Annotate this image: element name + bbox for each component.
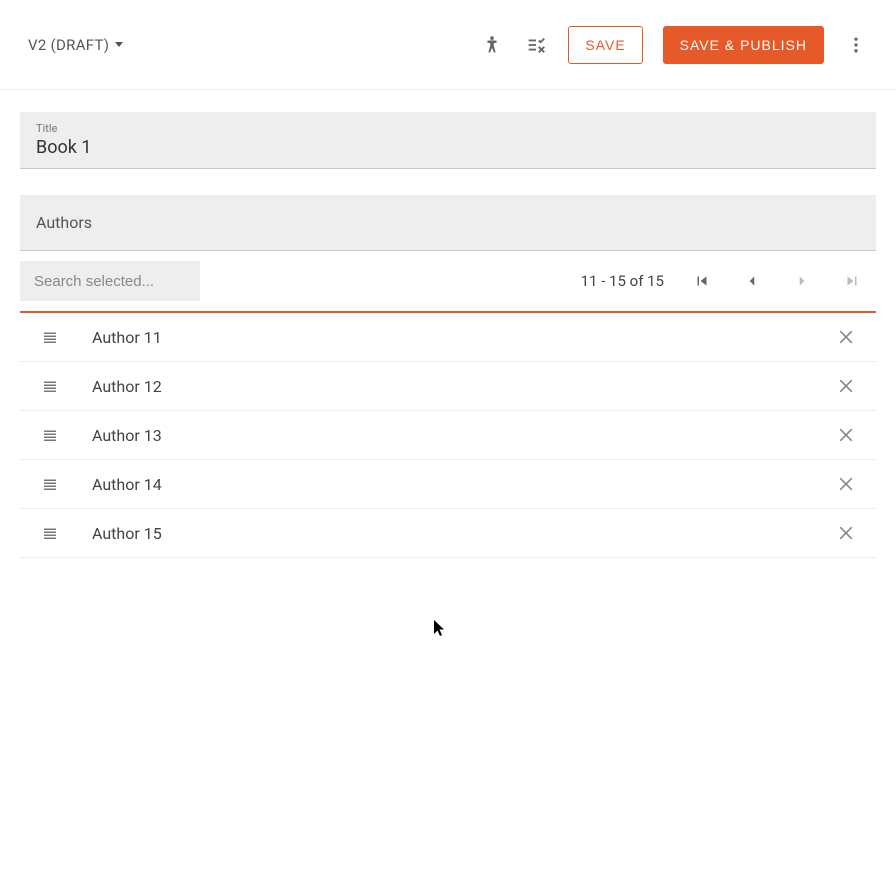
list-item[interactable]: Author 15 [20,509,876,558]
drag-handle-icon[interactable] [40,425,60,445]
topbar-actions: SAVE SAVE & PUBLISH [480,26,868,64]
list-item[interactable]: Author 12 [20,362,876,411]
search-input[interactable] [34,273,186,290]
list-item-label: Author 11 [92,328,836,347]
close-icon[interactable] [836,425,856,445]
authors-field-label: Authors [36,213,860,232]
authors-list: Author 11 Author 12 Author 13 Author 14 Auth… [20,313,876,558]
top-bar: V2 (DRAFT) SAVE SAVE & PUBLISH [0,0,896,90]
pager-text: 11 - 15 of 15 [581,272,664,290]
search-wrap [20,261,200,301]
content-area: Title Book 1 Authors 11 - 15 of 15 Autho… [0,90,896,558]
accessibility-icon[interactable] [480,33,504,57]
more-menu-icon[interactable] [844,33,868,57]
save-publish-button[interactable]: SAVE & PUBLISH [663,26,824,64]
list-item-label: Author 12 [92,377,836,396]
title-field-value: Book 1 [36,137,860,158]
drag-handle-icon[interactable] [40,327,60,347]
authors-field[interactable]: Authors [20,195,876,251]
next-page-icon[interactable] [790,269,814,293]
last-page-icon[interactable] [840,269,864,293]
list-item-label: Author 13 [92,426,836,445]
cursor-icon [434,620,446,636]
close-icon[interactable] [836,376,856,396]
prev-page-icon[interactable] [740,269,764,293]
checklist-icon[interactable] [524,33,548,57]
close-icon[interactable] [836,523,856,543]
drag-handle-icon[interactable] [40,376,60,396]
pager: 11 - 15 of 15 [581,269,876,293]
title-field[interactable]: Title Book 1 [20,112,876,169]
authors-list-toolbar: 11 - 15 of 15 [20,251,876,313]
drag-handle-icon[interactable] [40,523,60,543]
list-item[interactable]: Author 13 [20,411,876,460]
close-icon[interactable] [836,474,856,494]
list-item[interactable]: Author 14 [20,460,876,509]
list-item[interactable]: Author 11 [20,313,876,362]
first-page-icon[interactable] [690,269,714,293]
version-label: V2 (DRAFT) [28,36,109,54]
save-button[interactable]: SAVE [568,26,642,64]
list-item-label: Author 15 [92,524,836,543]
close-icon[interactable] [836,327,856,347]
list-item-label: Author 14 [92,475,836,494]
drag-handle-icon[interactable] [40,474,60,494]
version-dropdown[interactable]: V2 (DRAFT) [28,36,123,54]
title-field-label: Title [36,122,860,135]
caret-down-icon [115,42,123,47]
